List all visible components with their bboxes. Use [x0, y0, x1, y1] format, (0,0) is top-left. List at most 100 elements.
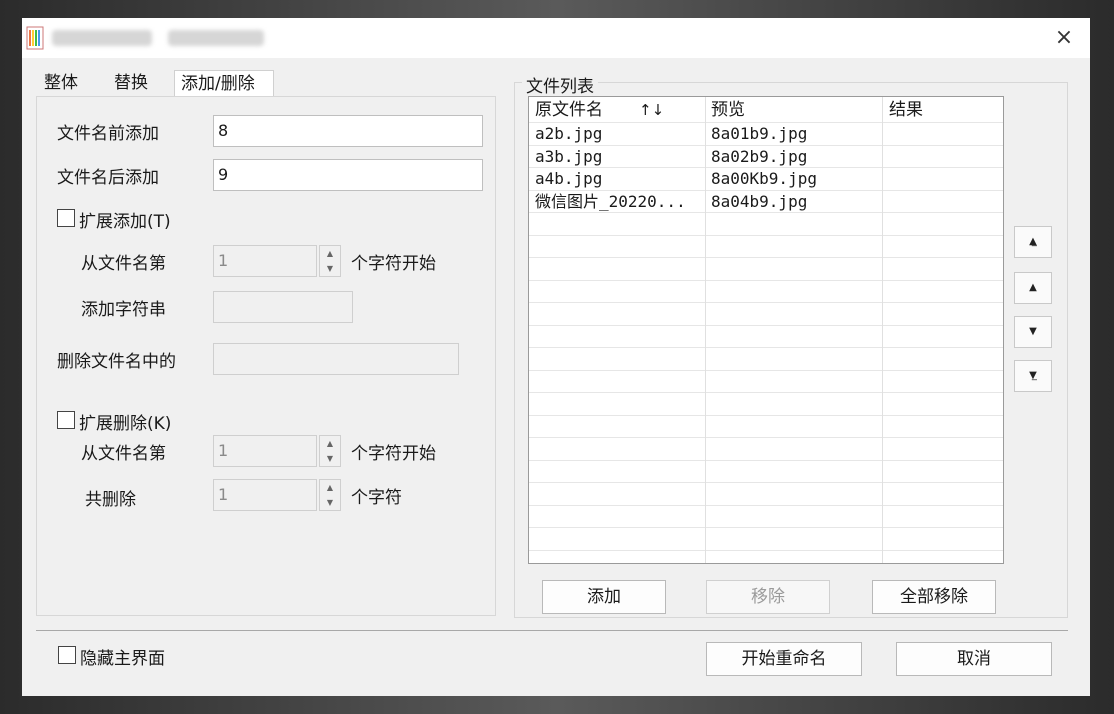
move-bottom-icon: ▼̲ — [1029, 370, 1037, 381]
cell-preview — [705, 371, 881, 393]
empty-table-row[interactable] — [529, 528, 1003, 551]
cell-preview — [705, 416, 881, 438]
stepper-down-icon[interactable]: ▼ — [320, 495, 340, 510]
rename-dialog: × 整体 替换 添加/删除 文件名前添加 8 文件名后添加 9 扩展添加(T) … — [22, 18, 1090, 696]
remove-all-button[interactable]: 全部移除 — [872, 580, 996, 614]
column-preview[interactable]: 预览 — [705, 97, 881, 122]
remove-button[interactable]: 移除 — [706, 580, 830, 614]
del-count-stepper[interactable]: ▲ ▼ — [319, 479, 341, 511]
cell-preview: 8a04b9.jpg — [711, 191, 808, 211]
prefix-label: 文件名前添加 — [57, 124, 159, 144]
start-rename-button[interactable]: 开始重命名 — [706, 642, 862, 676]
move-to-bottom-button[interactable]: ▼̲ — [1014, 360, 1052, 392]
cell-preview — [705, 303, 881, 325]
delete-input[interactable] — [213, 343, 459, 375]
sort-arrows-icon[interactable]: ↑↓ — [633, 97, 673, 122]
del-count-label: 共删除 — [85, 490, 136, 510]
cell-original — [529, 483, 705, 505]
del-from-input[interactable]: 1 — [213, 435, 317, 467]
cell-result — [883, 168, 1003, 190]
from-stepper[interactable]: ▲ ▼ — [319, 245, 341, 277]
stepper-down-icon[interactable]: ▼ — [320, 261, 340, 276]
from-input[interactable]: 1 — [213, 245, 317, 277]
ext-delete-checkbox[interactable] — [57, 411, 75, 429]
del-count-input[interactable]: 1 — [213, 479, 317, 511]
table-row[interactable]: a3b.jpg 8a02b9.jpg — [529, 146, 1003, 168]
file-list-title: 文件列表 — [522, 72, 598, 97]
cell-preview — [705, 258, 881, 280]
move-down-button[interactable]: ▼ — [1014, 316, 1052, 348]
empty-table-row[interactable] — [529, 483, 1003, 506]
column-divider — [882, 97, 883, 563]
del-from-label: 从文件名第 — [81, 444, 166, 464]
empty-table-row[interactable] — [529, 213, 1003, 236]
table-row[interactable]: 微信图片_20220... 8a04b9.jpg — [529, 191, 1003, 213]
cell-result — [883, 416, 1003, 438]
cell-original — [529, 393, 705, 415]
empty-table-row[interactable] — [529, 393, 1003, 416]
cell-preview — [705, 438, 881, 460]
table-body: a2b.jpg 8a01b9.jpg a3b.jpg 8a02b9.jpg a4b.jp… — [529, 123, 1003, 563]
stepper-up-icon[interactable]: ▲ — [320, 246, 340, 261]
close-icon[interactable]: × — [1046, 22, 1082, 54]
empty-table-row[interactable] — [529, 438, 1003, 461]
stepper-down-icon[interactable]: ▼ — [320, 451, 340, 466]
cell-preview — [705, 461, 881, 483]
add-string-input[interactable] — [213, 291, 353, 323]
empty-table-row[interactable] — [529, 258, 1003, 281]
cell-result — [883, 506, 1003, 528]
stepper-up-icon[interactable]: ▲ — [320, 436, 340, 451]
empty-table-row[interactable] — [529, 236, 1003, 258]
cell-preview — [705, 348, 881, 370]
empty-table-row[interactable] — [529, 326, 1003, 348]
del-from-stepper[interactable]: ▲ ▼ — [319, 435, 341, 467]
cell-original — [529, 258, 705, 280]
column-result[interactable]: 结果 — [883, 97, 1003, 122]
cell-preview — [705, 528, 881, 550]
stepper-up-icon[interactable]: ▲ — [320, 480, 340, 495]
tab-overall[interactable]: 整体 — [38, 70, 84, 98]
tab-add-delete[interactable]: 添加/删除 — [174, 70, 274, 98]
empty-table-row[interactable] — [529, 461, 1003, 483]
ext-delete-label: 扩展删除(K) — [79, 414, 172, 434]
table-header: 原文件名 ↑↓ 预览 结果 — [529, 97, 1003, 123]
cell-preview: 8a01b9.jpg — [711, 124, 808, 143]
del-count-suffix-label: 个字符 — [351, 488, 402, 508]
cell-result — [883, 461, 1003, 483]
empty-table-row[interactable] — [529, 303, 1003, 326]
empty-table-row[interactable] — [529, 506, 1003, 528]
empty-table-row[interactable] — [529, 416, 1003, 438]
cell-original — [529, 371, 705, 393]
cell-result — [883, 123, 1003, 145]
cell-original: a3b.jpg — [535, 146, 603, 166]
cell-result — [883, 371, 1003, 393]
cell-original: a4b.jpg — [535, 169, 603, 188]
empty-table-row[interactable] — [529, 281, 1003, 303]
cell-result — [883, 393, 1003, 415]
tab-replace[interactable]: 替换 — [108, 70, 154, 98]
cell-preview: 8a00Kb9.jpg — [711, 169, 817, 188]
cell-preview — [705, 281, 881, 303]
suffix-input[interactable]: 9 — [213, 159, 483, 191]
del-start-suffix-label: 个字符开始 — [351, 444, 436, 464]
table-row[interactable]: a4b.jpg 8a00Kb9.jpg — [529, 168, 1003, 191]
cell-original — [529, 348, 705, 370]
cancel-button[interactable]: 取消 — [896, 642, 1052, 676]
table-row[interactable]: a2b.jpg 8a01b9.jpg — [529, 123, 1003, 146]
from-label: 从文件名第 — [81, 254, 166, 274]
cell-result — [883, 528, 1003, 550]
redacted-title — [52, 30, 152, 46]
empty-table-row[interactable] — [529, 348, 1003, 371]
prefix-input[interactable]: 8 — [213, 115, 483, 147]
move-up-button[interactable]: ▲ — [1014, 272, 1052, 304]
move-to-top-button[interactable]: ▲̲ — [1014, 226, 1052, 258]
hide-main-checkbox[interactable] — [58, 646, 76, 664]
cell-preview — [705, 236, 881, 258]
move-top-icon: ▲̲ — [1029, 236, 1037, 247]
empty-table-row[interactable] — [529, 371, 1003, 393]
file-list-table[interactable]: 原文件名 ↑↓ 预览 结果 a2b.jpg 8a01b9.jpg a3b.jpg 8a… — [528, 96, 1004, 564]
add-button[interactable]: 添加 — [542, 580, 666, 614]
ext-add-checkbox[interactable] — [57, 209, 75, 227]
column-original-name[interactable]: 原文件名 — [529, 97, 705, 122]
cell-result — [883, 191, 1003, 213]
